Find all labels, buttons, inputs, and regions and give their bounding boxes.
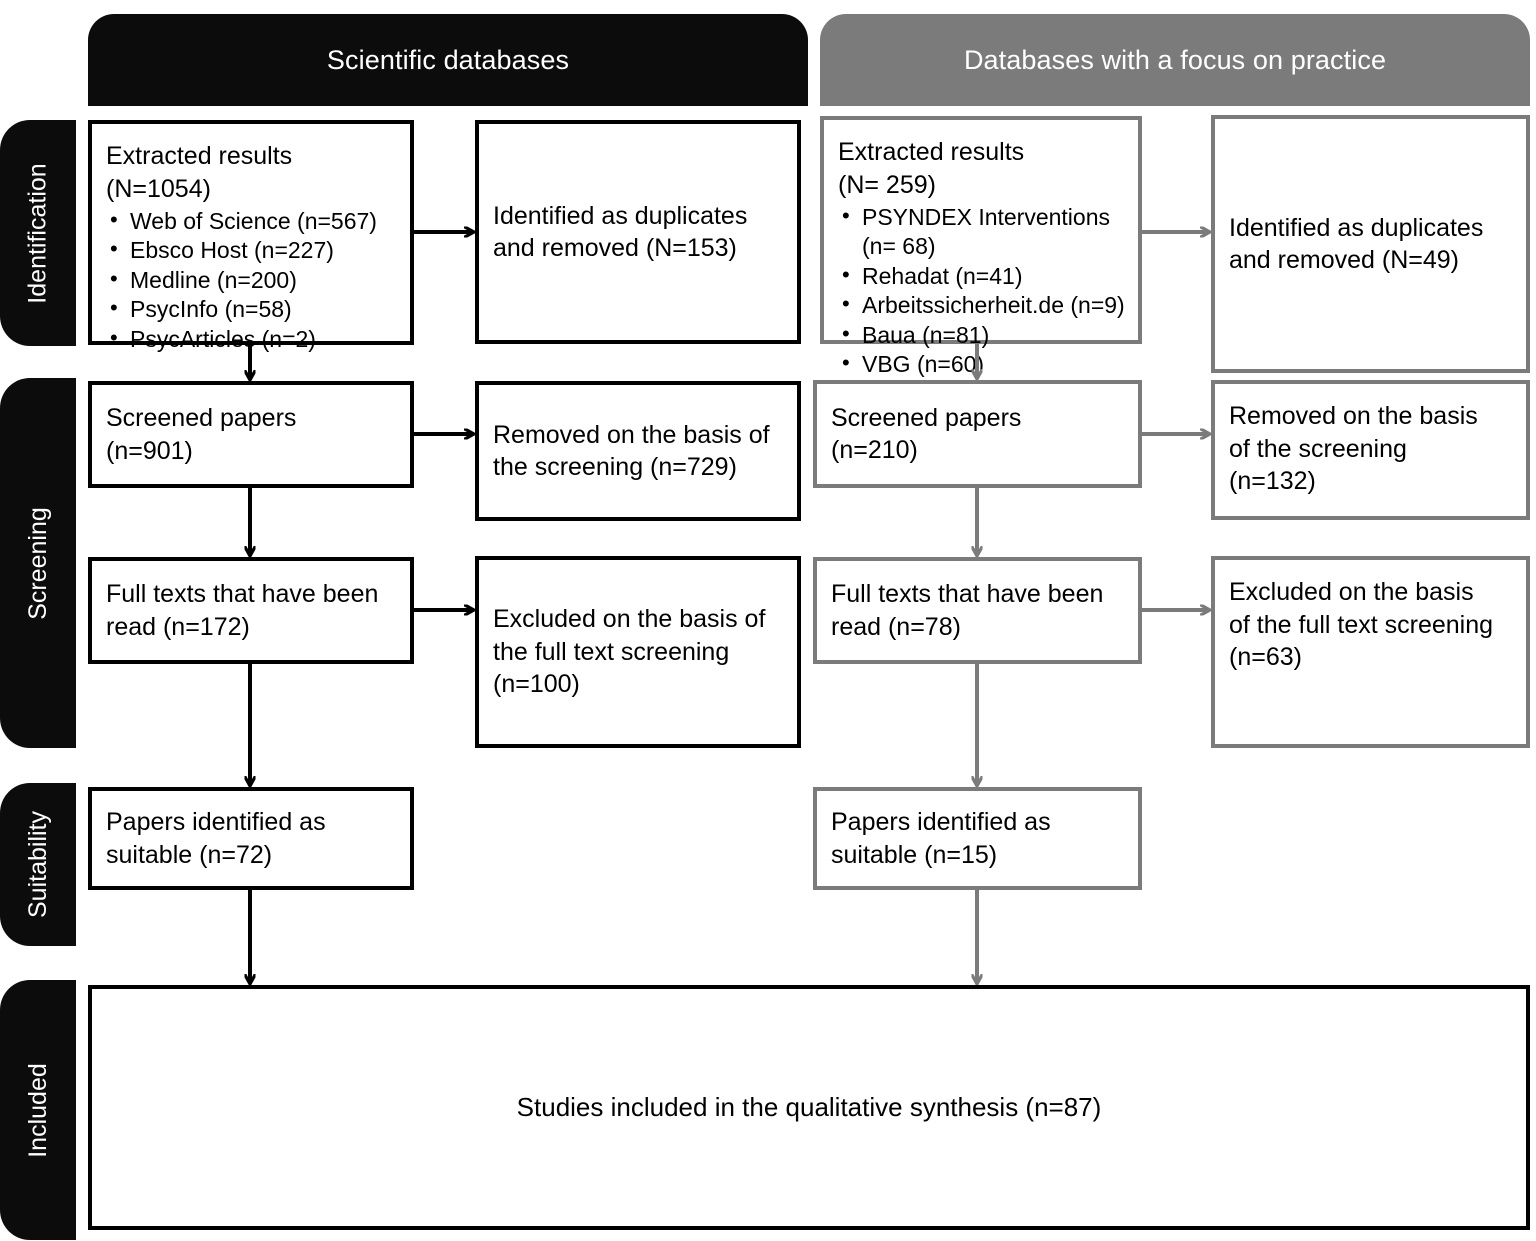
connector-right-horizontal-group xyxy=(1142,232,1209,610)
prisma-flow-diagram: Scientific databases Databases with a fo… xyxy=(0,0,1536,1241)
connector-layer xyxy=(0,0,1536,1241)
connector-left-horizontal-group xyxy=(414,232,473,610)
